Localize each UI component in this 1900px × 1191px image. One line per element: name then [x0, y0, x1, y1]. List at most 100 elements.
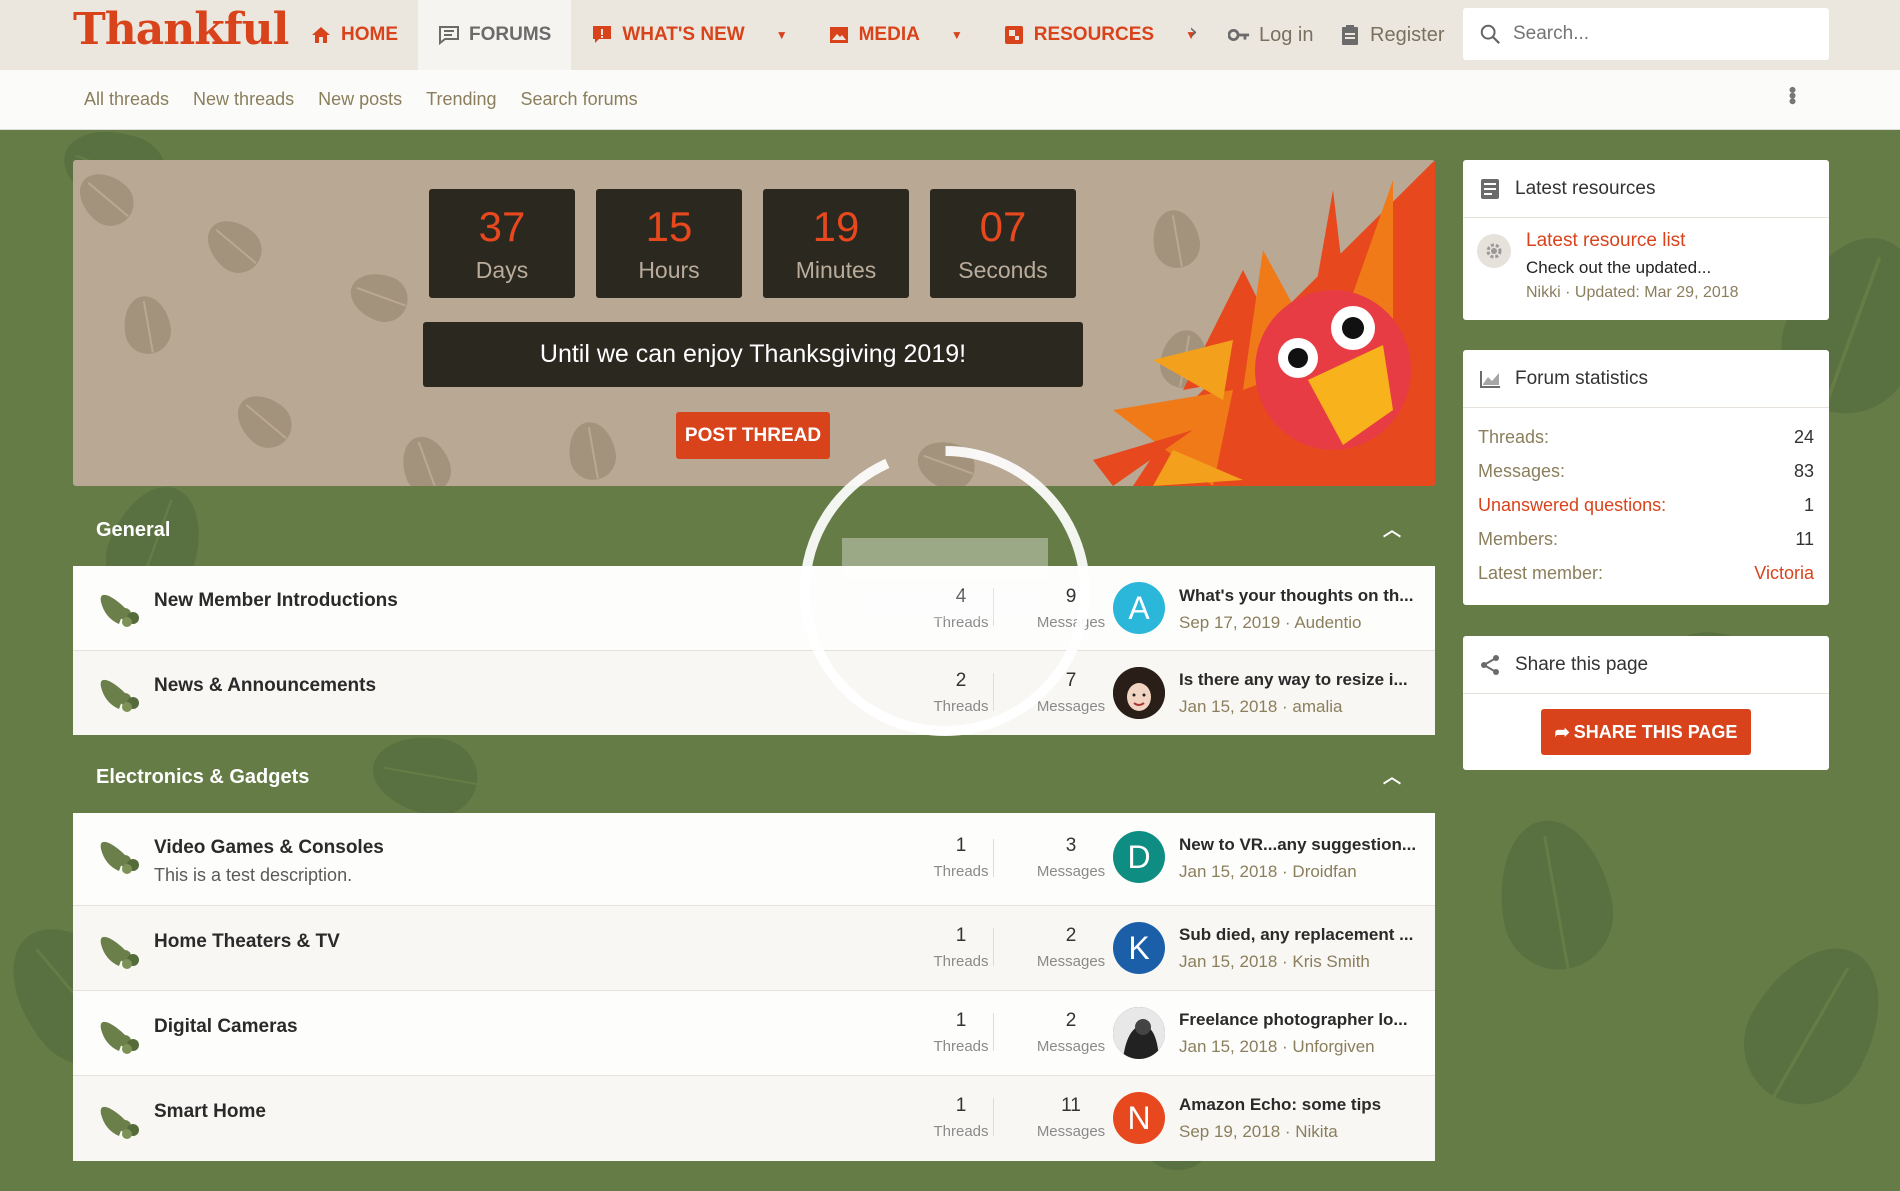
- category-header-general[interactable]: General ︿: [73, 500, 1435, 560]
- main-nav: Home Forums What's new ▼ Media ▼: [290, 0, 1217, 70]
- stat-key: Messages:: [1478, 460, 1566, 481]
- latest-thread-meta[interactable]: Jan 15, 2018 · Kris Smith: [1179, 952, 1370, 972]
- avatar[interactable]: D: [1113, 831, 1165, 883]
- forum-row[interactable]: Smart Home 1 Threads 11 Messages N Amazo…: [73, 1076, 1435, 1161]
- forum-title[interactable]: Home Theaters & TV: [154, 931, 340, 953]
- stat-unanswered[interactable]: Unanswered questions: 1: [1463, 488, 1829, 522]
- threads-count: 2: [955, 670, 967, 691]
- latest-thread-title[interactable]: Is there any way to resize i...: [1179, 670, 1419, 690]
- register-link[interactable]: Register: [1339, 0, 1444, 70]
- avatar[interactable]: N: [1113, 1092, 1165, 1144]
- latest-thread-title[interactable]: Amazon Echo: some tips: [1179, 1095, 1419, 1115]
- chevron-up-icon[interactable]: ︿: [1383, 763, 1401, 789]
- nav-item-home[interactable]: Home: [290, 0, 418, 70]
- nav-label: Home: [341, 24, 398, 45]
- stat-value: 24: [1793, 426, 1814, 447]
- category-title: Electronics & Gadgets: [96, 765, 310, 788]
- stat-key: Latest member:: [1478, 562, 1604, 583]
- user-photo-icon: [1113, 667, 1165, 719]
- chevron-down-icon[interactable]: ▼: [776, 28, 788, 42]
- share-arrow-icon: ➦: [1554, 721, 1570, 742]
- threads-stat: 4 Threads: [911, 586, 1011, 631]
- decorative-leaf: [1721, 923, 1900, 1127]
- chart-icon: [1479, 368, 1501, 390]
- forum-row[interactable]: Digital Cameras 1 Threads 2 Messages Fre…: [73, 991, 1435, 1076]
- messages-count: 3: [1065, 835, 1077, 856]
- stat-key: Threads:: [1478, 426, 1550, 447]
- register-label: Register: [1370, 23, 1445, 46]
- chevron-down-icon[interactable]: ▼: [951, 28, 963, 42]
- resource-meta: Nikki · Updated: Mar 29, 2018: [1526, 284, 1739, 301]
- stat-key[interactable]: Unanswered questions:: [1478, 495, 1666, 516]
- latest-thread-meta[interactable]: Jan 15, 2018 · Droidfan: [1179, 862, 1357, 882]
- chevron-up-icon[interactable]: ︿: [1383, 516, 1401, 542]
- avatar[interactable]: [1113, 1007, 1165, 1059]
- countdown-label: Days: [475, 257, 529, 283]
- decorative-leaf: [1487, 811, 1623, 979]
- key-icon: [1228, 24, 1250, 46]
- site-logo[interactable]: Thankful: [73, 4, 289, 55]
- forum-row[interactable]: Video Games & Consoles This is a test de…: [73, 813, 1435, 906]
- more-options-icon[interactable]: •••: [1779, 86, 1805, 103]
- nav-label: Media: [858, 24, 920, 45]
- widget-header: Forum statistics: [1463, 350, 1829, 408]
- resource-item[interactable]: Latest resource list Check out the updat…: [1463, 218, 1829, 318]
- latest-resources-widget: Latest resources Latest resource list Ch…: [1463, 160, 1829, 320]
- post-thread-button[interactable]: Post thread: [676, 412, 830, 459]
- widget-title: Forum statistics: [1515, 367, 1649, 389]
- forum-title[interactable]: Smart Home: [154, 1101, 266, 1123]
- avatar[interactable]: [1113, 667, 1165, 719]
- widget-header: Share this page: [1463, 636, 1829, 694]
- cornucopia-icon: [100, 936, 139, 969]
- forum-row[interactable]: New Member Introductions 4 Threads 9 Mes…: [73, 566, 1435, 651]
- latest-thread-meta[interactable]: Jan 15, 2018 · amalia: [1179, 697, 1343, 717]
- forum-row[interactable]: Home Theaters & TV 1 Threads 2 Messages …: [73, 906, 1435, 991]
- search-box[interactable]: [1463, 8, 1829, 60]
- category-block-general: New Member Introductions 4 Threads 9 Mes…: [73, 566, 1435, 735]
- latest-thread-meta[interactable]: Sep 19, 2018 · Nikita: [1179, 1122, 1338, 1142]
- chevron-right-icon[interactable]: ›: [1189, 20, 1198, 45]
- login-link[interactable]: Log in: [1228, 0, 1314, 70]
- nav-item-media[interactable]: Media ▼: [808, 0, 983, 70]
- countdown-banner: 37 Days 15 Hours 19 Minutes 07 Seconds U…: [73, 160, 1435, 486]
- nav-label: What's new: [622, 24, 745, 45]
- latest-thread-title[interactable]: Freelance photographer lo...: [1179, 1010, 1419, 1030]
- stat-value: 83: [1793, 460, 1814, 481]
- subnav-all-threads[interactable]: All threads: [84, 89, 169, 110]
- category-header-electronics[interactable]: Electronics & Gadgets ︿: [73, 747, 1435, 807]
- nav-item-forums[interactable]: Forums: [418, 0, 572, 70]
- forum-title[interactable]: Video Games & Consoles: [154, 837, 384, 859]
- decorative-leaf: [227, 384, 301, 458]
- share-this-page-button[interactable]: ➦ Share this page: [1541, 709, 1751, 755]
- messages-label: Messages: [1036, 1123, 1106, 1140]
- search-input[interactable]: [1513, 23, 1803, 45]
- share-page-widget: Share this page ➦ Share this page: [1463, 636, 1829, 770]
- forum-row[interactable]: News & Announcements 2 Threads 7 Message…: [73, 651, 1435, 735]
- nav-item-whats-new[interactable]: What's new ▼: [571, 0, 807, 70]
- subnav-trending[interactable]: Trending: [426, 89, 496, 110]
- stat-divider: [993, 928, 994, 966]
- avatar[interactable]: K: [1113, 922, 1165, 974]
- forum-title[interactable]: Digital Cameras: [154, 1016, 298, 1038]
- subnav-new-posts[interactable]: New posts: [318, 89, 402, 110]
- forum-title[interactable]: New Member Introductions: [154, 590, 398, 612]
- decorative-leaf: [910, 433, 982, 486]
- latest-thread-title[interactable]: What's your thoughts on th...: [1179, 586, 1419, 606]
- decorative-leaf: [119, 292, 175, 358]
- sub-nav: All threads New threads New posts Trendi…: [0, 70, 1900, 130]
- messages-count: 2: [1065, 1010, 1077, 1031]
- nav-item-resources[interactable]: Resources ▼: [983, 0, 1217, 70]
- latest-thread-title[interactable]: Sub died, any replacement ...: [1179, 925, 1419, 945]
- latest-thread-meta[interactable]: Sep 17, 2019 · Audentio: [1179, 613, 1361, 633]
- decorative-leaf: [343, 265, 415, 329]
- resource-title[interactable]: Latest resource list: [1526, 230, 1685, 252]
- messages-stat: 9 Messages: [1021, 586, 1121, 631]
- clipboard-icon: [1339, 24, 1361, 46]
- latest-thread-title[interactable]: New to VR...any suggestion...: [1179, 835, 1419, 855]
- avatar[interactable]: A: [1113, 582, 1165, 634]
- latest-thread-meta[interactable]: Jan 15, 2018 · Unforgiven: [1179, 1037, 1375, 1057]
- subnav-search-forums[interactable]: Search forums: [521, 89, 638, 110]
- subnav-new-threads[interactable]: New threads: [193, 89, 294, 110]
- forum-title[interactable]: News & Announcements: [154, 675, 376, 697]
- latest-member-link[interactable]: Victoria: [1754, 563, 1814, 584]
